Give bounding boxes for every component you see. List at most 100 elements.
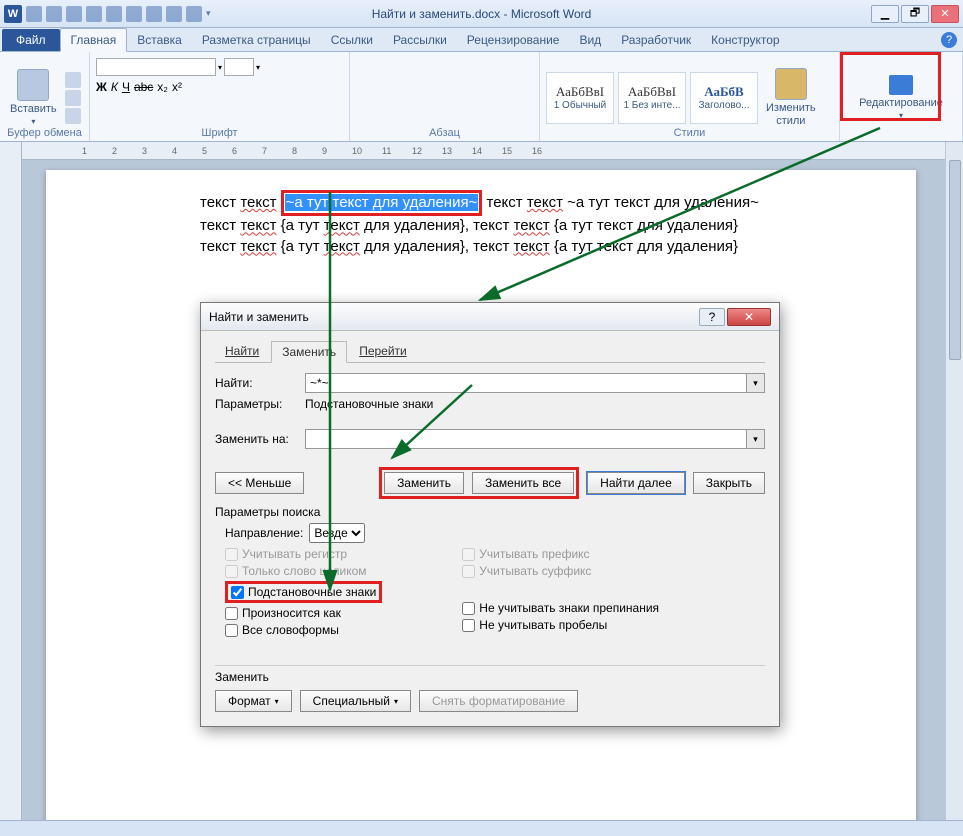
titlebar: W ▾ Найти и заменить.docx - Microsoft Wo… — [0, 0, 963, 28]
opt-ignore-punct[interactable]: Не учитывать знаки препинания — [462, 601, 659, 615]
superscript-button[interactable]: x² — [172, 80, 182, 94]
replace-label: Заменить на: — [215, 432, 305, 446]
style-no-spacing[interactable]: АаБбВвІ1 Без инте... — [618, 72, 686, 124]
window-close-button[interactable]: ✕ — [931, 5, 959, 23]
tab-review[interactable]: Рецензирование — [457, 29, 570, 51]
tab-view[interactable]: Вид — [569, 29, 611, 51]
binoculars-icon — [889, 75, 913, 95]
paragraph-label: Абзац — [350, 127, 539, 139]
cut-icon[interactable] — [65, 72, 81, 88]
qat-icon[interactable] — [186, 6, 202, 22]
ribbon-help-icon[interactable]: ? — [941, 32, 957, 48]
horizontal-ruler: 12345678910111213141516 — [22, 142, 963, 160]
direction-select[interactable]: Везде — [309, 523, 365, 543]
quick-access-toolbar: W ▾ — [0, 5, 211, 23]
opt-word-forms[interactable]: Все словоформы — [225, 623, 382, 637]
params-value: Подстановочные знаки — [305, 397, 433, 411]
font-size-combo[interactable] — [224, 58, 254, 76]
paste-label: Вставить — [10, 103, 57, 115]
qat-icon[interactable] — [86, 6, 102, 22]
qat-icon[interactable] — [166, 6, 182, 22]
dialog-titlebar[interactable]: Найти и заменить ? ✕ — [201, 303, 779, 331]
dialog-close-btn[interactable]: Закрыть — [693, 472, 765, 494]
dialog-tab-goto[interactable]: Перейти — [349, 341, 417, 362]
clipboard-label: Буфер обмена — [0, 127, 89, 139]
doc-line-3: текст текст {а тут текст для удаления}, … — [200, 237, 916, 257]
qat-save-icon[interactable] — [26, 6, 42, 22]
change-styles-icon — [775, 68, 807, 100]
replace-button[interactable]: Заменить — [384, 472, 464, 494]
vertical-scrollbar[interactable] — [945, 142, 963, 820]
clear-formatting-button: Снять форматирование — [419, 690, 578, 712]
style-normal[interactable]: АаБбВвІ1 Обычный — [546, 72, 614, 124]
vertical-ruler — [0, 142, 22, 820]
find-replace-dialog: Найти и заменить ? ✕ Найти Заменить Пере… — [200, 302, 780, 727]
font-name-combo[interactable] — [96, 58, 216, 76]
format-button[interactable]: Формат ▾ — [215, 690, 292, 712]
tab-insert[interactable]: Вставка — [127, 29, 192, 51]
statusbar — [0, 820, 963, 836]
find-next-button[interactable]: Найти далее — [587, 472, 685, 494]
change-styles-label: Изменить стили — [766, 102, 816, 126]
subscript-button[interactable]: x₂ — [157, 80, 168, 94]
dialog-close-button[interactable]: ✕ — [727, 308, 771, 326]
dialog-title: Найти и заменить — [209, 310, 309, 324]
styles-group: АаБбВвІ1 Обычный АаБбВвІ1 Без инте... Аа… — [540, 52, 840, 141]
selected-text: ~а тут текст для удаления~ — [285, 194, 479, 211]
opt-whole-word: Только слово целиком — [225, 564, 382, 578]
minimize-button[interactable]: ▁ — [871, 5, 899, 23]
styles-label: Стили — [540, 127, 839, 139]
clipboard-group: Вставить ▾ Буфер обмена — [0, 52, 90, 141]
replace-all-button[interactable]: Заменить все — [472, 472, 574, 494]
replace-input[interactable] — [305, 429, 747, 449]
opt-prefix: Учитывать префикс — [462, 547, 659, 561]
search-params-title: Параметры поиска — [215, 505, 765, 519]
opt-wildcards[interactable]: Подстановочные знаки — [231, 585, 376, 599]
params-label: Параметры: — [215, 397, 305, 411]
qat-icon[interactable] — [146, 6, 162, 22]
find-input[interactable] — [305, 373, 747, 393]
tab-file[interactable]: Файл — [2, 29, 60, 51]
less-button[interactable]: << Меньше — [215, 472, 304, 494]
qat-undo-icon[interactable] — [46, 6, 62, 22]
paste-button[interactable]: Вставить ▾ — [6, 67, 61, 128]
direction-label: Направление: — [225, 526, 303, 540]
tab-design[interactable]: Конструктор — [701, 29, 789, 51]
restore-button[interactable]: 🗗 — [901, 5, 929, 23]
qat-icon[interactable] — [106, 6, 122, 22]
word-app-icon: W — [4, 5, 22, 23]
tab-references[interactable]: Ссылки — [321, 29, 383, 51]
qat-icon[interactable] — [126, 6, 142, 22]
dialog-help-button[interactable]: ? — [699, 308, 725, 326]
dialog-tab-replace[interactable]: Заменить — [271, 341, 347, 363]
special-button[interactable]: Специальный ▾ — [300, 690, 411, 712]
dialog-tabs: Найти Заменить Перейти — [215, 341, 765, 363]
underline-button[interactable]: Ч — [122, 80, 130, 94]
paragraph-group: Абзац — [350, 52, 540, 141]
ribbon: Вставить ▾ Буфер обмена ▾ ▾ — [0, 52, 963, 142]
qat-redo-icon[interactable] — [66, 6, 82, 22]
find-replace-button[interactable]: Редактирование ▾ — [855, 73, 947, 122]
tab-developer[interactable]: Разработчик — [611, 29, 701, 51]
ribbon-tabs: Файл Главная Вставка Разметка страницы С… — [0, 28, 963, 52]
find-dropdown-icon[interactable]: ▾ — [747, 373, 765, 393]
format-painter-icon[interactable] — [65, 108, 81, 124]
change-styles-button[interactable]: Изменить стили — [762, 66, 820, 128]
tab-mailings[interactable]: Рассылки — [383, 29, 457, 51]
tab-home[interactable]: Главная — [60, 28, 128, 52]
opt-ignore-spaces[interactable]: Не учитывать пробелы — [462, 618, 659, 632]
replace-dropdown-icon[interactable]: ▾ — [747, 429, 765, 449]
italic-button[interactable]: К — [111, 80, 118, 94]
strike-button[interactable]: abc — [134, 80, 153, 94]
tab-layout[interactable]: Разметка страницы — [192, 29, 321, 51]
editing-group: Редактирование ▾ — [840, 52, 963, 141]
opt-sounds-like[interactable]: Произносится как — [225, 606, 382, 620]
replace-section-label: Заменить — [215, 670, 765, 684]
paste-icon — [17, 69, 49, 101]
dialog-tab-find[interactable]: Найти — [215, 341, 269, 362]
copy-icon[interactable] — [65, 90, 81, 106]
bold-button[interactable]: Ж — [96, 80, 107, 94]
style-heading[interactable]: АаБбВЗаголово... — [690, 72, 758, 124]
editing-label: Редактирование — [859, 97, 943, 109]
opt-suffix: Учитывать суффикс — [462, 564, 659, 578]
